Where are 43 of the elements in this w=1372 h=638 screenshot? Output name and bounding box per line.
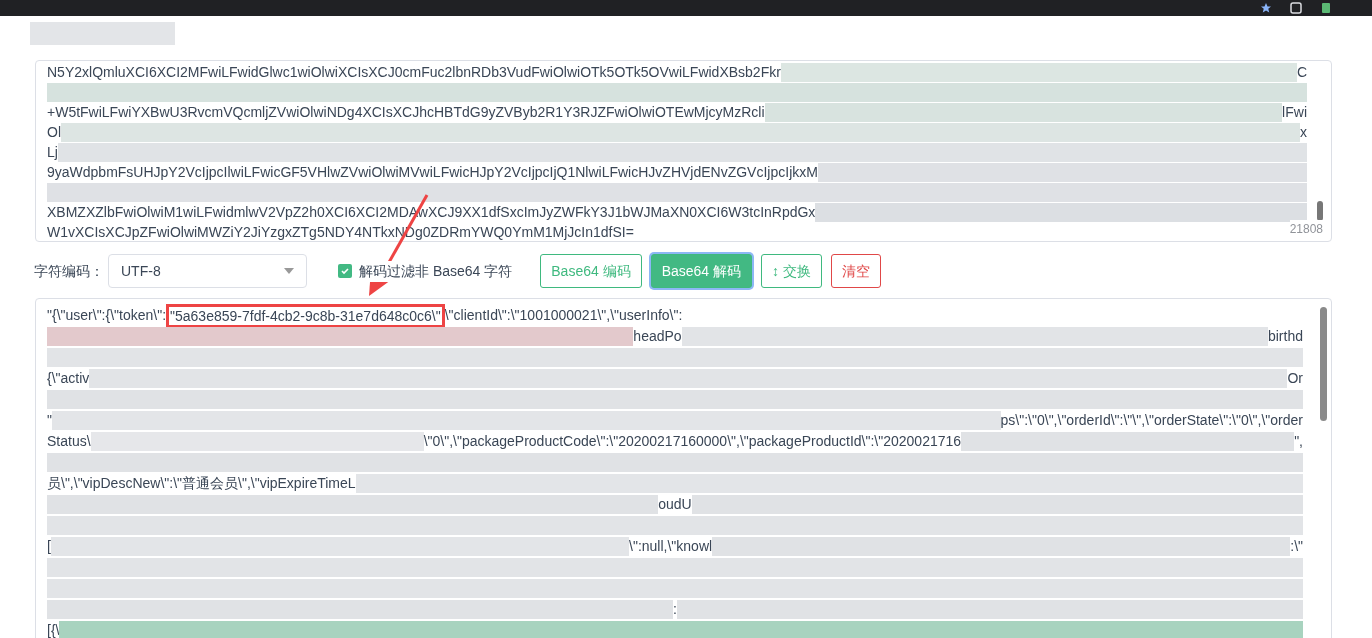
code-text: \"clientId\":\"1001000021\",\"userInfo\": (444, 306, 683, 325)
toolbar-button[interactable]: Base64 编码 (540, 254, 642, 288)
caret-icon (284, 268, 294, 274)
code-text: ps\":\"0\",\"orderId\":\"\",\"orderState\":\"0\",\"order (1000, 411, 1303, 430)
input-field[interactable] (35, 60, 1332, 242)
code-text: C (1296, 62, 1307, 82)
scrollbar-thumb[interactable] (1317, 201, 1323, 221)
scrollbar-thumb[interactable] (1320, 307, 1327, 421)
code-text: 9yaWdpbmFsUHJpY2VcIjpcIlwiLFwicGF5VHlwZVwiOlwiMVwiLFwicHJpY2VcIjpcIjQ1NlwiLFwicHJvZHVjdENvZGVcIjpcIjkxM (47, 162, 818, 182)
code-text: :\" (1290, 537, 1303, 556)
code-text: \":null,\"knowl (629, 537, 713, 556)
checkbox[interactable] (338, 264, 352, 278)
code-text: N5Y2xlQmluXCI6XCI2MFwiLFwidGlwc1wiOlwiXCIsXCJ0cmFuc2lbnRDb3VudFwiOlwiOTk5OTk5OVwiLFwidXBsb2Fkr (47, 62, 781, 82)
code-text: Ol (47, 122, 61, 142)
code-text: " (47, 411, 52, 430)
code-text: Or (1287, 369, 1303, 388)
extension-icon[interactable] (1320, 2, 1332, 14)
code-text: {\"activ (47, 369, 90, 388)
encoding-label: 字符编码： (34, 261, 104, 281)
code-text: Lj (47, 142, 58, 162)
code-text: 员\",\"vipDescNew\":\"普通会员\",\"vipExpireTimeL (47, 474, 356, 493)
encoding-select[interactable]: UTF-8 (108, 254, 307, 288)
extension-icon[interactable] (1290, 2, 1302, 14)
code-text: birthd (1267, 327, 1303, 346)
code-text: ", (1294, 432, 1303, 451)
code-text: oudU (658, 495, 692, 514)
code-text: headPo (633, 327, 682, 346)
code-text: +W5tFwiLFwiYXBwU3RvcmVQcmljZVwiOlwiNDg4XCIsXCJhcHBTdG9yZVByb2R1Y3RJZFwiOlwiOTEwMjcyMzRcli (47, 102, 765, 122)
code-text: Status\ (47, 432, 91, 451)
code-text: \"0\",\"packageProductCode\":\"20200217160000\",\"packageProductId\":\"2020021716 (423, 432, 962, 451)
code-text: [{\ (47, 621, 60, 638)
code-text: x (1300, 122, 1307, 142)
toolbar-button[interactable]: 清空 (830, 254, 881, 288)
toolbar-button[interactable]: ↕ 交换 (761, 254, 822, 288)
code-text: [ (47, 537, 51, 556)
star-icon[interactable] (1260, 2, 1272, 14)
code-text: "{\"user\":{\"token\": (47, 306, 167, 325)
output-field[interactable] (35, 298, 1332, 638)
code-text: lFwi (1282, 102, 1307, 122)
checkbox-label: 解码过滤非 Base64 字符 (359, 260, 513, 282)
code-text: : (673, 600, 677, 619)
check-icon (340, 266, 350, 276)
toolbar-button[interactable]: Base64 解码 (650, 254, 752, 288)
